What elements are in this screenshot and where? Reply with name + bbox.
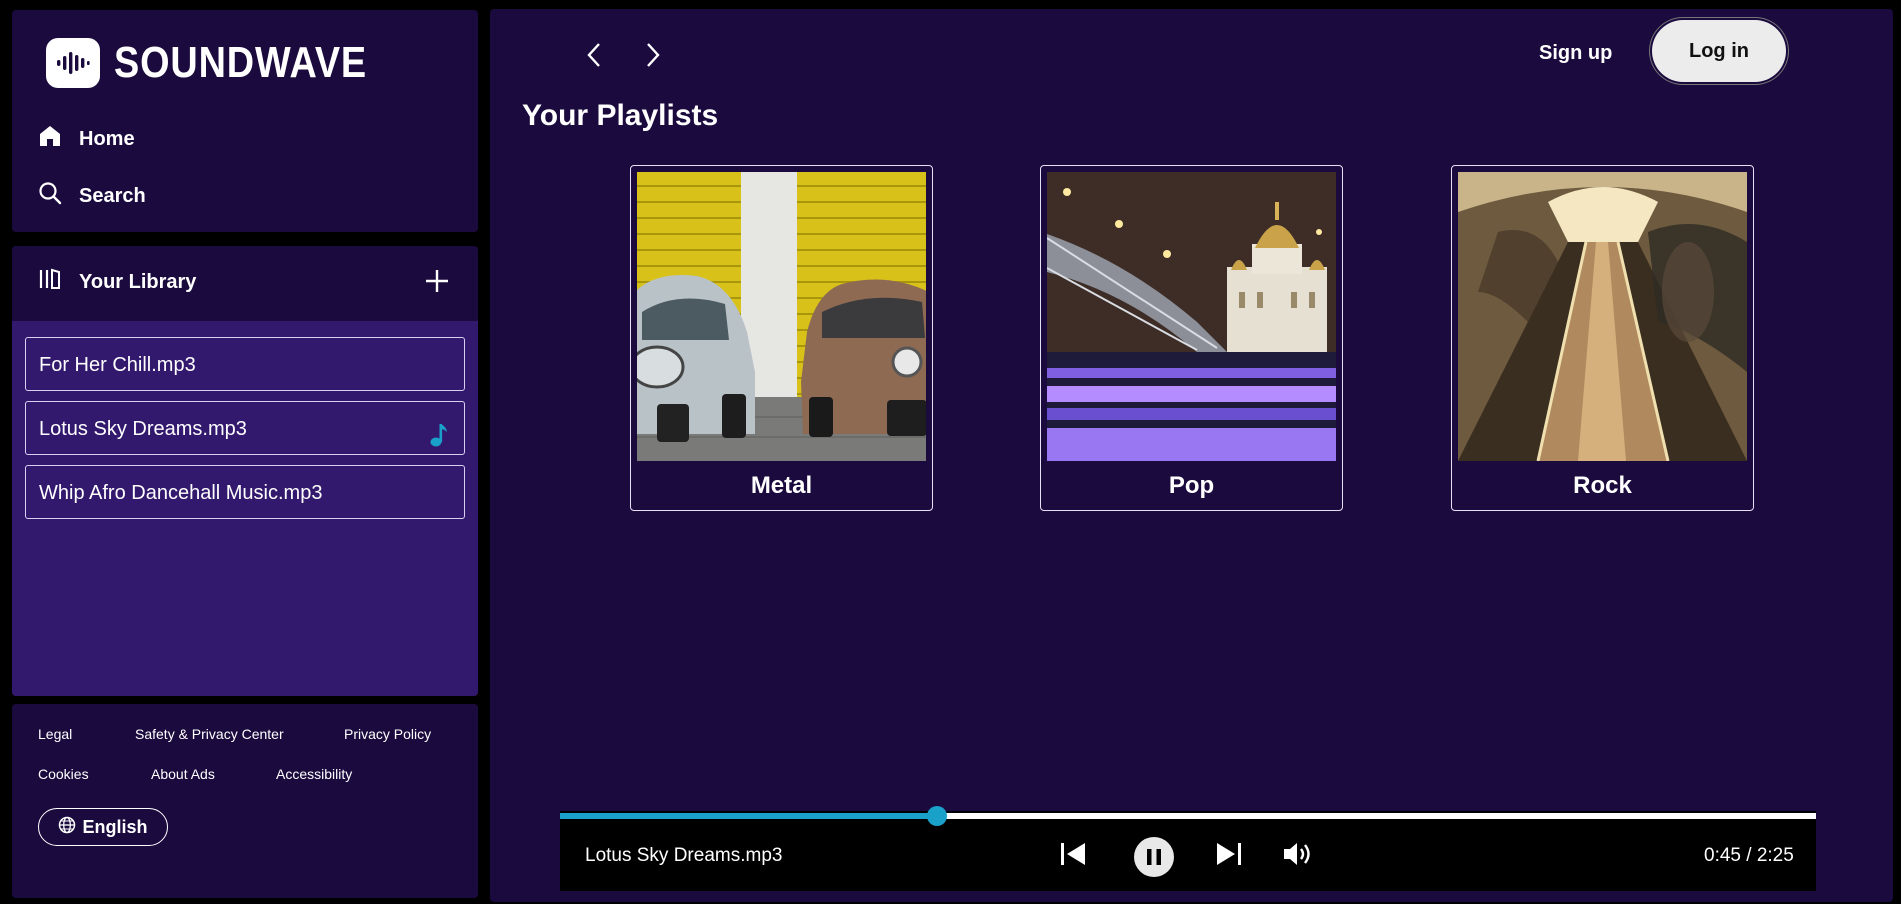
skip-back-icon[interactable]: [1058, 839, 1088, 874]
footer-link-privacy[interactable]: Privacy Policy: [344, 726, 431, 742]
skip-forward-icon[interactable]: [1214, 839, 1244, 874]
footer-panel: Legal Safety & Privacy Center Privacy Po…: [12, 704, 478, 898]
chevron-right-icon[interactable]: [644, 41, 662, 74]
nav-search-label: Search: [79, 184, 146, 207]
playlist-card-rock[interactable]: Rock: [1451, 165, 1754, 511]
playback-time: 0:45 / 2:25: [1704, 845, 1794, 866]
library-track[interactable]: Lotus Sky Dreams.mp3: [25, 401, 465, 455]
main-panel: Sign up Log in Your Playlists Metal Pop …: [490, 9, 1893, 902]
library-title: Your Library: [79, 270, 197, 293]
library-track-list: For Her Chill.mp3 Lotus Sky Dreams.mp3 W…: [12, 321, 478, 696]
track-name: Whip Afro Dancehall Music.mp3: [39, 482, 323, 504]
playlist-image-rock: [1458, 172, 1747, 461]
login-button[interactable]: Log in: [1652, 20, 1786, 82]
page-title: Your Playlists: [522, 99, 719, 132]
sidebar-nav-panel: SOUNDWAVE Home Search: [12, 10, 478, 232]
library-title-button[interactable]: Your Library: [38, 267, 196, 297]
globe-icon: [58, 816, 76, 839]
home-icon: [38, 124, 62, 154]
track-name: For Her Chill.mp3: [39, 354, 196, 376]
language-button[interactable]: English: [38, 808, 168, 846]
volume-icon[interactable]: [1282, 840, 1314, 873]
footer-link-about-ads[interactable]: About Ads: [151, 766, 215, 782]
library-icon: [38, 267, 62, 297]
progress-thumb[interactable]: [926, 806, 947, 826]
logo[interactable]: SOUNDWAVE: [46, 38, 408, 88]
library-track[interactable]: Whip Afro Dancehall Music.mp3: [25, 465, 465, 519]
footer-link-safety[interactable]: Safety & Privacy Center: [135, 726, 284, 742]
footer-link-cookies[interactable]: Cookies: [38, 766, 89, 782]
playlist-image-pop: [1047, 172, 1336, 461]
search-icon: [38, 181, 62, 211]
app-name: SOUNDWAVE: [114, 38, 368, 87]
pause-icon[interactable]: [1134, 837, 1174, 882]
footer-link-legal[interactable]: Legal: [38, 726, 72, 742]
playlist-card-pop[interactable]: Pop: [1040, 165, 1343, 511]
progress-fill: [560, 813, 937, 819]
nav-home-label: Home: [79, 127, 135, 150]
music-note-icon: [430, 415, 448, 469]
signup-button[interactable]: Sign up: [1539, 42, 1612, 65]
playlist-card-metal[interactable]: Metal: [630, 165, 933, 511]
playlist-name: Pop: [1168, 472, 1215, 499]
soundwave-logo-icon: [46, 38, 100, 88]
nav-home[interactable]: Home: [38, 124, 135, 154]
chevron-left-icon[interactable]: [585, 41, 603, 74]
language-label: English: [82, 816, 148, 837]
library-track[interactable]: For Her Chill.mp3: [25, 337, 465, 391]
nav-search[interactable]: Search: [38, 181, 146, 211]
footer-link-accessibility[interactable]: Accessibility: [276, 766, 352, 782]
library-panel: Your Library For Her Chill.mp3 Lotus Sky…: [12, 246, 478, 696]
plus-icon[interactable]: [424, 268, 450, 299]
track-name: Lotus Sky Dreams.mp3: [39, 418, 247, 440]
playlist-name: Rock: [1573, 472, 1632, 499]
progress-bar[interactable]: [560, 806, 1816, 826]
library-header: Your Library: [12, 246, 478, 321]
now-playing-title: Lotus Sky Dreams.mp3: [585, 845, 783, 866]
playlist-name: Metal: [750, 472, 813, 499]
playlist-image-metal: [637, 172, 926, 461]
